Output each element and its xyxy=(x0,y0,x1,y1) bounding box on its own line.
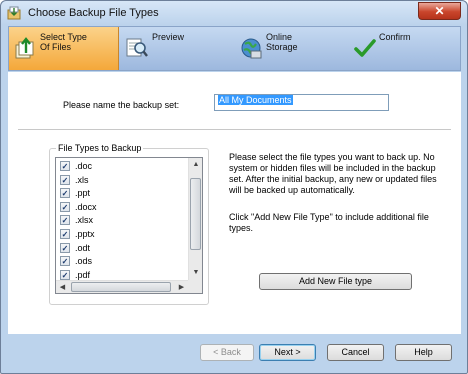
file-type-item[interactable]: ✓ .ods xyxy=(59,255,184,268)
next-button[interactable]: Next > xyxy=(259,344,316,361)
backup-name-input[interactable]: All My Documents xyxy=(214,94,389,111)
backup-name-value: All My Documents xyxy=(218,95,293,105)
file-type-item[interactable]: ✓ .xls xyxy=(59,174,184,187)
file-type-item[interactable]: ✓ .pdf xyxy=(59,269,184,280)
upload-files-icon xyxy=(15,37,34,59)
wizard-content: Please name the backup set: All My Docum… xyxy=(8,72,461,334)
step-label: Confirm xyxy=(379,32,411,42)
step-label: Select Type Of Files xyxy=(40,32,87,52)
vertical-scroll-thumb[interactable] xyxy=(190,178,201,250)
title-bar[interactable]: Choose Backup File Types ✕ xyxy=(1,1,467,25)
file-types-items: ✓ .doc ✓ .xls ✓ .ppt ✓ .docx ✓ .xlsx ✓ .pptx ✓ .odt ✓.… xyxy=(56,158,188,280)
file-type-label: .pdf xyxy=(75,269,91,280)
file-type-label: .doc xyxy=(75,161,93,171)
file-type-checkbox[interactable]: ✓ xyxy=(60,188,70,199)
file-type-label: .xlsx xyxy=(75,215,93,226)
file-type-checkbox[interactable]: ✓ xyxy=(60,215,70,226)
file-types-legend: File Types to Backup xyxy=(56,143,144,153)
file-type-checkbox[interactable]: ✓ xyxy=(60,242,70,253)
instructions-text: Please select the file types you want to… xyxy=(229,152,437,195)
file-type-item[interactable]: ✓ .docx xyxy=(59,201,184,214)
globe-storage-icon xyxy=(241,38,262,59)
file-type-checkbox[interactable]: ✓ xyxy=(60,201,70,212)
step-label: Online Storage xyxy=(266,32,298,52)
vertical-scrollbar[interactable]: ▲ ▼ xyxy=(188,158,202,280)
step-confirm: Confirm xyxy=(349,27,461,70)
divider xyxy=(18,129,451,130)
scroll-down-icon[interactable]: ▼ xyxy=(189,266,202,280)
file-type-checkbox[interactable]: ✓ xyxy=(60,269,70,280)
horizontal-scroll-thumb[interactable] xyxy=(71,282,171,292)
file-type-label: .xls xyxy=(75,174,89,185)
file-type-label: .docx xyxy=(75,201,97,212)
file-type-checkbox[interactable]: ✓ xyxy=(60,229,70,239)
file-type-checkbox[interactable]: ✓ xyxy=(60,256,70,267)
file-type-checkbox[interactable]: ✓ xyxy=(60,174,70,185)
scroll-left-icon[interactable]: ◀ xyxy=(56,281,69,293)
file-type-label: .pptx xyxy=(75,229,95,239)
add-type-hint-text: Click "Add New File Type" to include add… xyxy=(229,212,429,233)
checkmark-icon xyxy=(354,39,376,57)
close-button[interactable]: ✕ xyxy=(418,2,461,20)
file-types-list[interactable]: ✓ .doc ✓ .xls ✓ .ppt ✓ .docx ✓ .xlsx ✓ .pptx ✓ .odt ✓.… xyxy=(55,157,203,294)
file-type-item[interactable]: ✓ .odt xyxy=(59,242,184,255)
horizontal-scrollbar[interactable]: ◀ ▶ xyxy=(56,280,188,293)
scrollbar-corner xyxy=(188,280,202,293)
window-title: Choose Backup File Types xyxy=(28,7,159,19)
backup-name-label: Please name the backup set: xyxy=(63,100,180,110)
file-type-item[interactable]: ✓ .xlsx xyxy=(59,214,184,227)
step-preview: Preview xyxy=(121,27,233,70)
file-type-item[interactable]: ✓ .doc xyxy=(59,160,184,173)
cancel-button[interactable]: Cancel xyxy=(327,344,384,361)
backup-app-icon xyxy=(7,6,21,20)
back-button[interactable]: < Back xyxy=(200,344,254,361)
backup-wizard-window: Choose Backup File Types ✕ Select Type O… xyxy=(0,0,468,374)
file-type-checkbox[interactable]: ✓ xyxy=(60,161,70,171)
file-type-item[interactable]: ✓ .ppt xyxy=(59,187,184,200)
scroll-right-icon[interactable]: ▶ xyxy=(175,281,188,293)
file-type-label: .odt xyxy=(75,242,91,253)
add-new-file-type-button[interactable]: Add New File type xyxy=(259,273,412,290)
preview-magnifier-icon xyxy=(126,38,148,57)
file-type-label: .ppt xyxy=(75,188,91,199)
step-label: Preview xyxy=(152,32,185,42)
file-types-group: File Types to Backup ✓ .doc ✓ .xls ✓ .ppt ✓ .do… xyxy=(49,143,209,305)
scroll-up-icon[interactable]: ▲ xyxy=(189,158,202,172)
file-type-item[interactable]: ✓ .pptx xyxy=(59,228,184,241)
step-online-storage: Online Storage xyxy=(235,27,347,70)
step-select-type: Select Type Of Files xyxy=(9,27,119,70)
help-button[interactable]: Help xyxy=(395,344,452,361)
close-icon: ✕ xyxy=(434,4,445,18)
file-type-label: .ods xyxy=(75,256,93,267)
wizard-steps-bar: Select Type Of Files Preview Online Stor… xyxy=(8,26,461,71)
